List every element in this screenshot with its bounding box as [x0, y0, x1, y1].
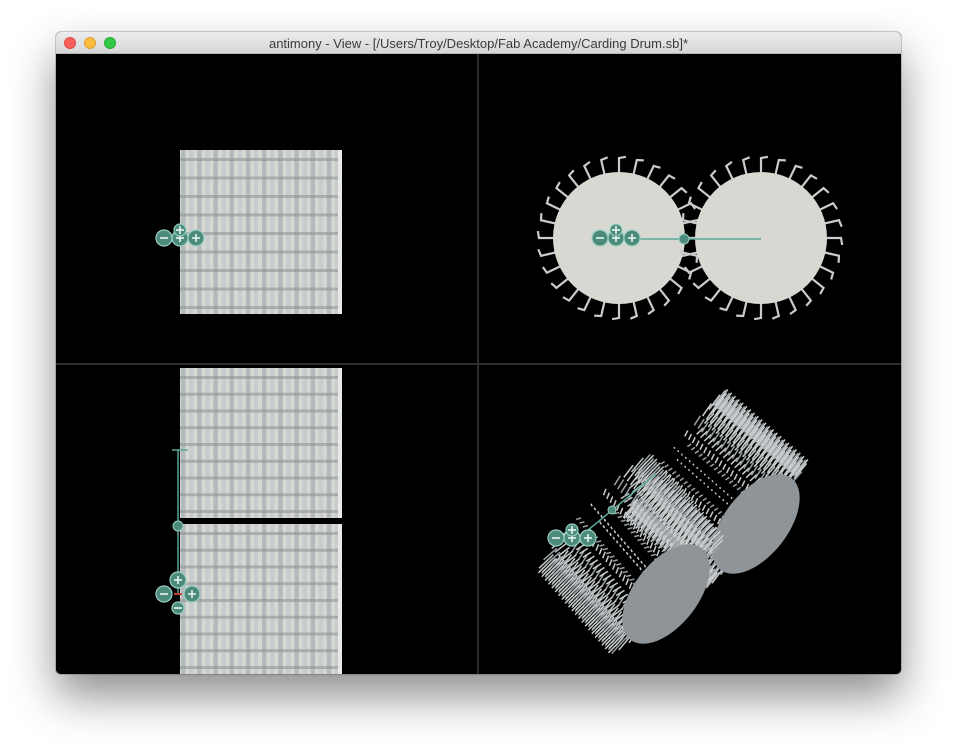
plus-icon[interactable] [173, 223, 187, 237]
handle-node[interactable] [172, 520, 184, 532]
tooth-row [180, 176, 342, 180]
tooth-row [180, 232, 342, 235]
minus-icon[interactable] [155, 585, 173, 603]
tooth-row [180, 548, 342, 552]
tooth-row [180, 195, 342, 198]
viewport-area[interactable] [56, 54, 901, 674]
tooth-row [180, 376, 342, 379]
tooth-row [180, 269, 342, 272]
tooth-row [180, 599, 342, 602]
window-title: antimony - View - [/Users/Troy/Desktop/F… [268, 36, 689, 51]
app-window: antimony - View - [/Users/Troy/Desktop/F… [56, 32, 901, 674]
tooth-row [180, 306, 342, 309]
minus-icon[interactable] [591, 229, 609, 247]
title-bar[interactable]: antimony - View - [/Users/Troy/Desktop/F… [56, 32, 901, 54]
minus-icon[interactable] [171, 601, 185, 615]
drum-face [695, 172, 827, 304]
drum-edge [338, 150, 342, 314]
tooth-row [180, 409, 342, 413]
drum-side-upper [180, 368, 342, 518]
front-view[interactable] [155, 150, 342, 314]
tooth-row [180, 582, 342, 586]
tooth-row [180, 632, 342, 636]
drum-side-lower [180, 524, 342, 674]
tooth-row [180, 493, 342, 497]
tooth-row [180, 532, 342, 535]
tooth-row [180, 158, 342, 161]
plus-icon[interactable] [623, 229, 641, 247]
tooth-row [180, 392, 342, 396]
drum-edge [338, 368, 342, 518]
handle-node[interactable] [678, 233, 690, 245]
tooth-row [180, 250, 342, 254]
plus-icon[interactable] [565, 523, 579, 537]
tooth-row [180, 459, 342, 463]
tooth-row [180, 666, 342, 669]
tooth-row [180, 476, 342, 480]
minus-icon[interactable] [155, 229, 173, 247]
plus-icon[interactable] [579, 529, 597, 547]
tooth-row [180, 426, 342, 430]
tooth-row [180, 565, 342, 569]
plus-icon[interactable] [187, 229, 205, 247]
plus-icon[interactable] [169, 571, 187, 589]
plus-icon[interactable] [609, 223, 623, 237]
drum-edge [338, 524, 342, 674]
tooth-row [180, 287, 342, 291]
minus-icon[interactable] [547, 529, 565, 547]
tooth-row [180, 615, 342, 619]
tooth-row [180, 510, 342, 513]
tooth-row [180, 649, 342, 653]
drum-front [180, 150, 342, 314]
viewport-canvas[interactable] [56, 54, 901, 674]
plus-icon[interactable] [183, 585, 201, 603]
tooth-row [180, 213, 342, 217]
tooth-row [180, 443, 342, 446]
handle-node[interactable] [607, 505, 617, 515]
